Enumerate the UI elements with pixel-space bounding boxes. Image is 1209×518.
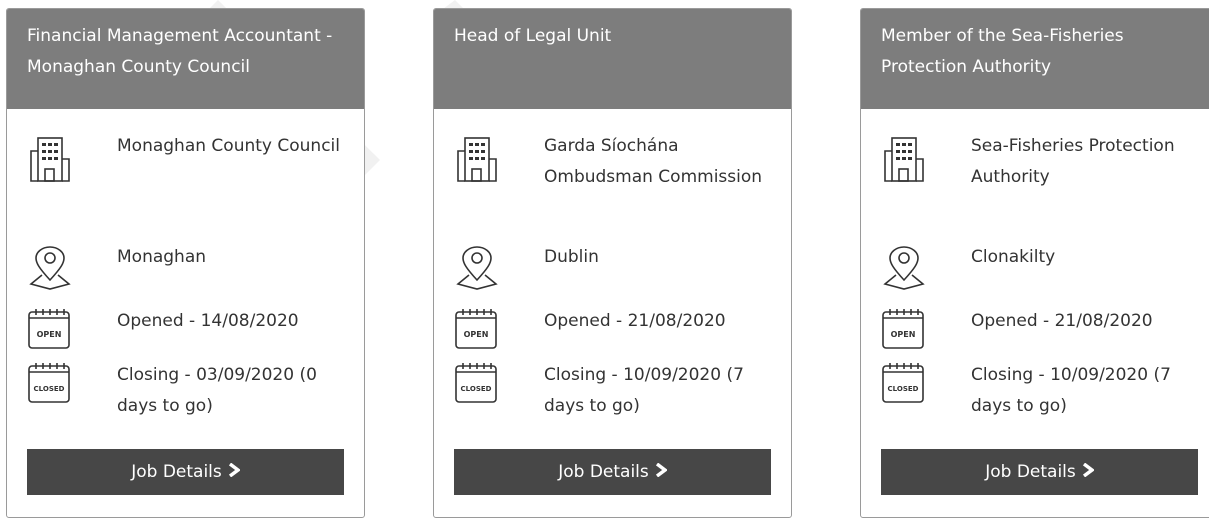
- svg-text:OPEN: OPEN: [37, 330, 62, 339]
- closing-date: Closing - 10/09/2020 (7 days to go): [544, 365, 744, 416]
- svg-text:CLOSED: CLOSED: [888, 385, 919, 393]
- job-details-button[interactable]: Job Details: [881, 449, 1198, 495]
- job-card: Member of the Sea-Fisheries Protection A…: [860, 8, 1209, 518]
- job-details-button[interactable]: Job Details: [27, 449, 344, 495]
- calendar-open-icon: OPEN: [882, 309, 924, 349]
- job-details-button[interactable]: Job Details: [454, 449, 771, 495]
- calendar-closed-icon: CLOSED: [28, 363, 70, 403]
- chevron-right-icon: [1082, 463, 1094, 477]
- svg-text:OPEN: OPEN: [464, 330, 489, 339]
- job-title[interactable]: Head of Legal Unit: [434, 9, 791, 109]
- map-pin-icon: [456, 246, 498, 290]
- calendar-closed-icon: CLOSED: [882, 363, 924, 403]
- location-name: Dublin: [544, 247, 599, 267]
- job-details-label: Job Details: [558, 462, 649, 482]
- calendar-closed-icon: CLOSED: [455, 363, 497, 403]
- organisation-name: Sea-Fisheries Protection Authority: [971, 136, 1175, 187]
- building-icon: [884, 137, 924, 182]
- calendar-open-icon: OPEN: [455, 309, 497, 349]
- calendar-open-icon: OPEN: [28, 309, 70, 349]
- chevron-right-icon: [228, 463, 240, 477]
- job-card: Financial Management Accountant - Monagh…: [6, 8, 365, 518]
- organisation-name: Monaghan County Council: [117, 136, 340, 156]
- building-icon: [30, 137, 70, 182]
- map-pin-icon: [29, 246, 71, 290]
- job-details-label: Job Details: [131, 462, 222, 482]
- closing-date: Closing - 10/09/2020 (7 days to go): [971, 365, 1171, 416]
- location-name: Monaghan: [117, 247, 207, 267]
- opened-date: Opened - 21/08/2020: [971, 311, 1153, 331]
- building-icon: [457, 137, 497, 182]
- job-card: Head of Legal Unit Garda Síochána Ombuds…: [433, 8, 792, 518]
- opened-date: Opened - 14/08/2020: [117, 311, 299, 331]
- map-pin-icon: [883, 246, 925, 290]
- organisation-name: Garda Síochána Ombudsman Commission: [544, 136, 763, 187]
- location-name: Clonakilty: [971, 247, 1056, 267]
- svg-text:CLOSED: CLOSED: [34, 385, 65, 393]
- job-title[interactable]: Member of the Sea-Fisheries Protection A…: [861, 9, 1209, 109]
- closing-date: Closing - 03/09/2020 (0 days to go): [117, 365, 317, 416]
- svg-text:OPEN: OPEN: [891, 330, 916, 339]
- job-title[interactable]: Financial Management Accountant - Monagh…: [7, 9, 364, 109]
- opened-date: Opened - 21/08/2020: [544, 311, 726, 331]
- chevron-right-icon: [655, 463, 667, 477]
- job-details-label: Job Details: [985, 462, 1076, 482]
- svg-text:CLOSED: CLOSED: [461, 385, 492, 393]
